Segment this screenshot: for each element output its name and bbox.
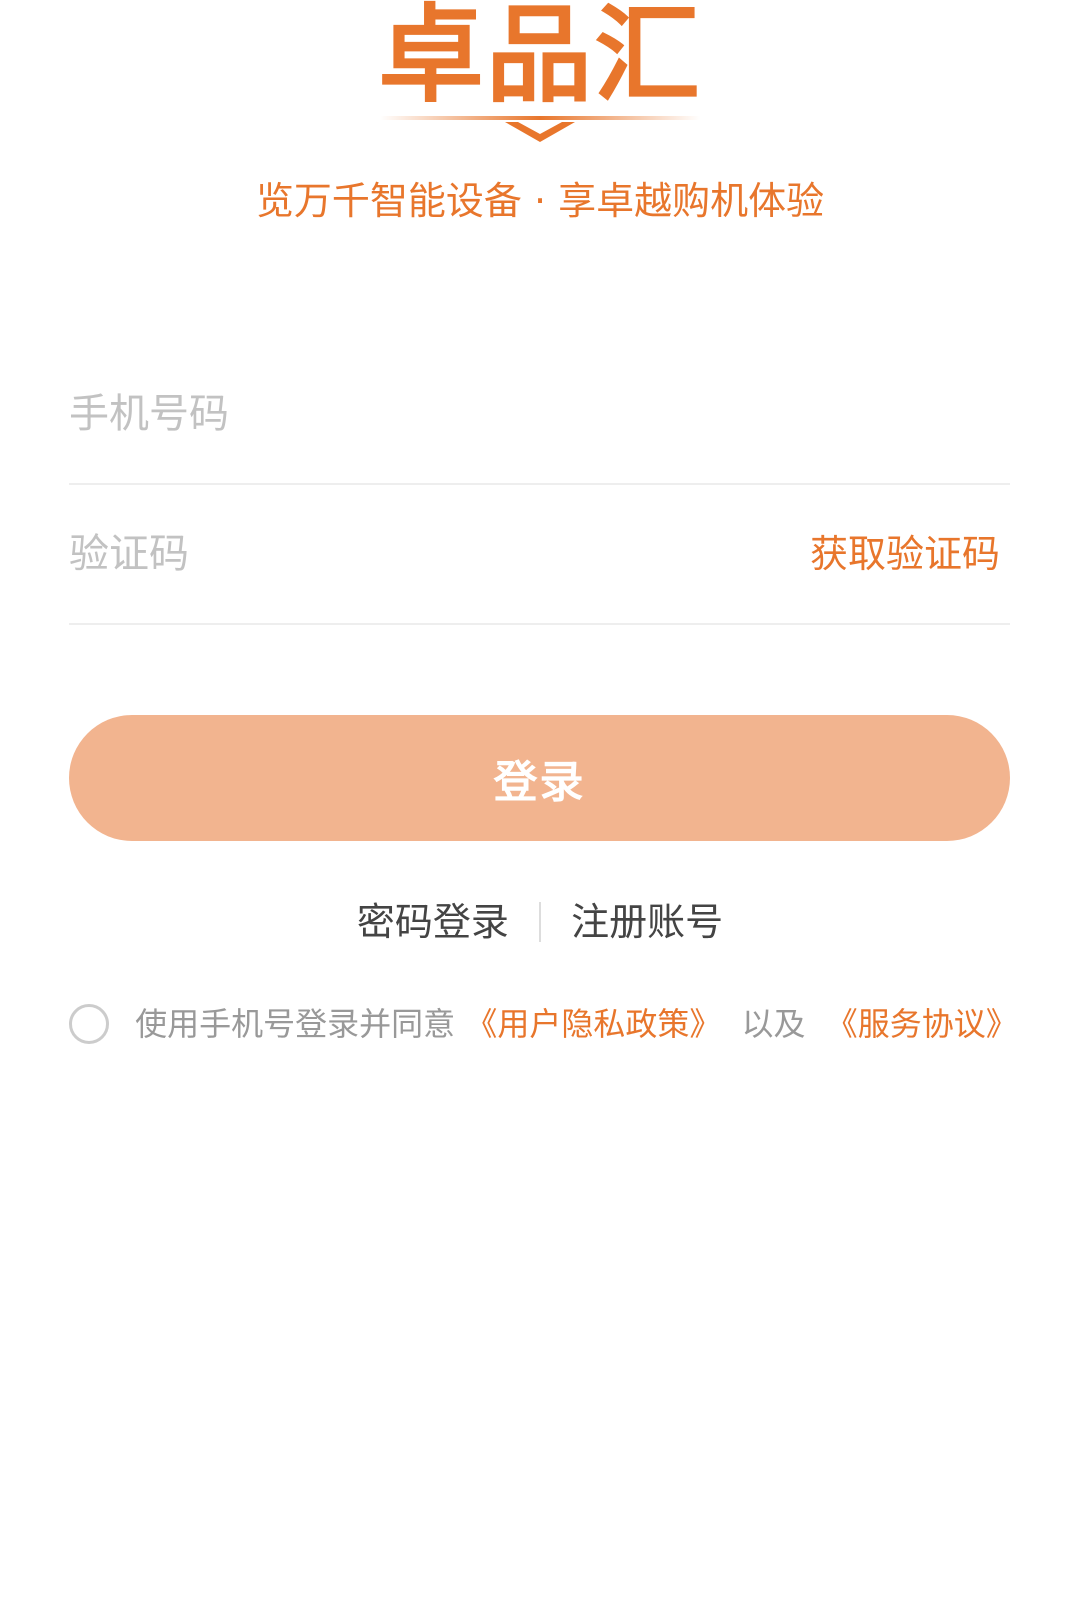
phone-field-row [69, 345, 1010, 485]
slogan: 览万千智能设备 · 享卓越购机体验 [255, 179, 825, 223]
agreement-and: 以及 [741, 1005, 806, 1043]
verification-code-input[interactable] [69, 485, 769, 623]
agreement-prefix: 使用手机号登录并同意 [135, 1005, 456, 1043]
agreement-row: 使用手机号登录并同意 《用户隐私政策》 以及 《服务协议》 [69, 998, 1069, 1046]
logo-chevron-icon [380, 116, 700, 142]
alt-login-links: 密码登录 注册账号 [0, 891, 1080, 950]
agree-radio[interactable] [69, 1004, 109, 1044]
privacy-policy-link[interactable]: 《用户隐私政策》 [465, 1005, 721, 1043]
register-link[interactable]: 注册账号 [571, 894, 723, 950]
logo-text: 卓品汇 [378, 0, 702, 117]
phone-input[interactable] [69, 345, 769, 483]
service-agreement-link[interactable]: 《服务协议》 [826, 1005, 1018, 1043]
code-field-row: 获取验证码 [69, 485, 1010, 625]
brand-logo: 卓品汇 [370, 0, 710, 150]
get-code-button[interactable]: 获取验证码 [810, 485, 1000, 623]
password-login-link[interactable]: 密码登录 [357, 894, 509, 950]
login-button[interactable]: 登录 [69, 715, 1010, 841]
link-divider [539, 901, 541, 942]
